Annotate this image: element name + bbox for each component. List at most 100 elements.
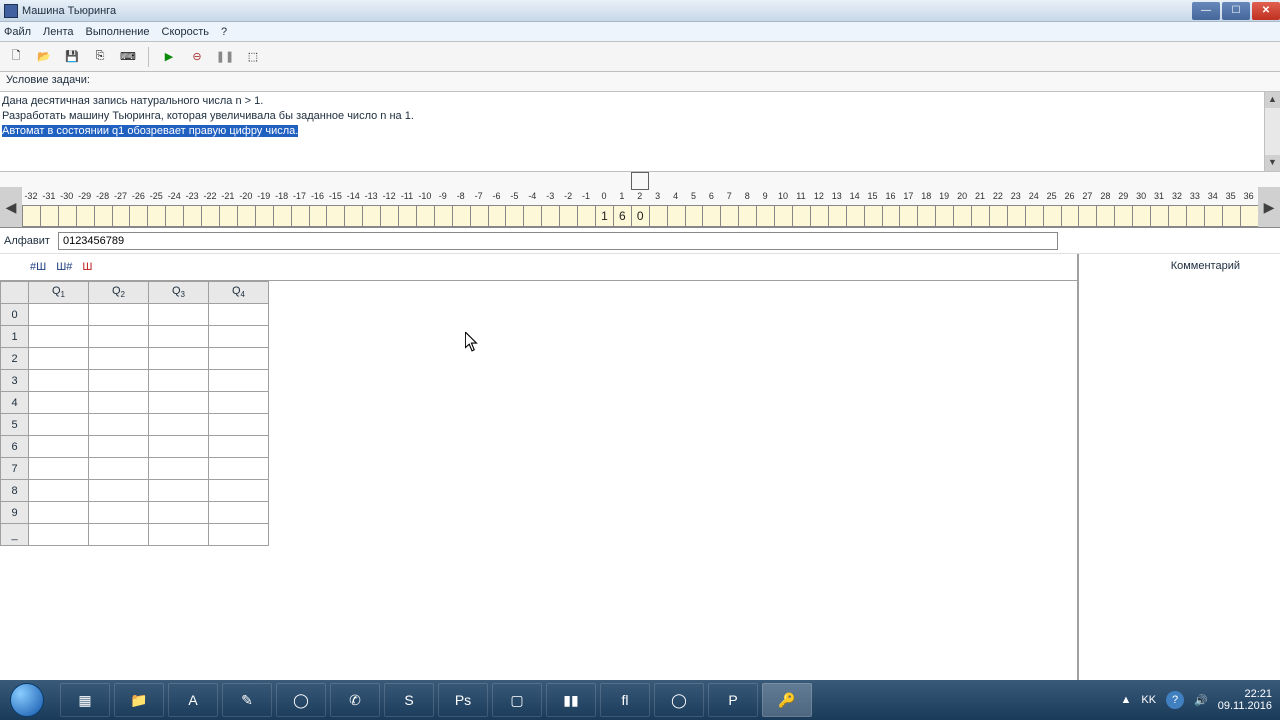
tray-lang[interactable]: KK (1141, 694, 1156, 706)
taskbar-app[interactable]: 📁 (114, 683, 164, 717)
tape-cell[interactable] (398, 205, 416, 227)
tape-cell[interactable] (523, 205, 541, 227)
state-cell[interactable] (209, 414, 269, 436)
tape-cell[interactable] (667, 205, 685, 227)
taskbar-app[interactable]: ▢ (492, 683, 542, 717)
menu-tape[interactable]: Лента (43, 26, 73, 38)
close-button[interactable]: ✕ (1252, 2, 1280, 20)
state-cell[interactable] (149, 480, 209, 502)
taskbar-app[interactable]: fl (600, 683, 650, 717)
tape-cell[interactable] (362, 205, 380, 227)
taskbar-app[interactable]: P (708, 683, 758, 717)
tool5-icon[interactable]: ⌨ (118, 47, 138, 67)
tape-cell[interactable] (434, 205, 452, 227)
tape-right-button[interactable]: ▶ (1258, 187, 1280, 227)
state-col-header[interactable]: Q1 (29, 282, 89, 304)
symbol-row-header[interactable]: 0 (1, 304, 29, 326)
state-table[interactable]: Q1Q2Q3Q40123456789_ (0, 281, 269, 546)
tape-cell[interactable] (165, 205, 183, 227)
state-cell[interactable] (29, 304, 89, 326)
tape-cell[interactable] (541, 205, 559, 227)
step-icon[interactable]: ⬚ (243, 47, 263, 67)
tape-cell[interactable] (1132, 205, 1150, 227)
tape-cell[interactable] (1114, 205, 1132, 227)
state-cell[interactable] (29, 414, 89, 436)
tape-cell[interactable] (971, 205, 989, 227)
tape-cell[interactable] (505, 205, 523, 227)
state-cell[interactable] (89, 436, 149, 458)
tape-cell[interactable] (76, 205, 94, 227)
state-cell[interactable] (209, 436, 269, 458)
tape-cell[interactable] (899, 205, 917, 227)
add-col-after-icon[interactable]: Ш# (56, 261, 72, 273)
taskbar-app[interactable]: ◯ (276, 683, 326, 717)
tape-cell[interactable] (882, 205, 900, 227)
state-cell[interactable] (89, 304, 149, 326)
maximize-button[interactable]: ☐ (1222, 2, 1250, 20)
tape-cell[interactable] (792, 205, 810, 227)
alphabet-input[interactable] (58, 232, 1058, 250)
state-cell[interactable] (29, 348, 89, 370)
tape-cell[interactable] (129, 205, 147, 227)
tape-cell[interactable] (452, 205, 470, 227)
tape-cell[interactable] (201, 205, 219, 227)
tape-cell[interactable] (810, 205, 828, 227)
taskbar-app[interactable]: ✎ (222, 683, 272, 717)
state-cell[interactable] (209, 370, 269, 392)
tape-cell[interactable] (559, 205, 577, 227)
state-cell[interactable] (29, 480, 89, 502)
tape-cell[interactable] (1168, 205, 1186, 227)
symbol-row-header[interactable]: 3 (1, 370, 29, 392)
tape-cell[interactable] (685, 205, 703, 227)
state-cell[interactable] (209, 524, 269, 546)
tape-cell[interactable] (864, 205, 882, 227)
menu-run[interactable]: Выполнение (86, 26, 150, 38)
state-cell[interactable] (89, 502, 149, 524)
menu-speed[interactable]: Скорость (162, 26, 210, 38)
state-cell[interactable] (29, 392, 89, 414)
play-icon[interactable]: ▶ (159, 47, 179, 67)
state-cell[interactable] (29, 370, 89, 392)
tape-cell[interactable] (22, 205, 40, 227)
state-cell[interactable] (149, 524, 209, 546)
state-cell[interactable] (89, 370, 149, 392)
tape-cell[interactable] (774, 205, 792, 227)
tape-cell[interactable] (291, 205, 309, 227)
tape-cell[interactable] (1078, 205, 1096, 227)
state-cell[interactable] (89, 480, 149, 502)
taskbar-app[interactable]: ◯ (654, 683, 704, 717)
symbol-row-header[interactable]: 8 (1, 480, 29, 502)
tape-cell[interactable] (219, 205, 237, 227)
menu-help[interactable]: ? (221, 26, 227, 38)
taskbar-app[interactable]: Ps (438, 683, 488, 717)
tape-cell[interactable] (344, 205, 362, 227)
taskbar-app[interactable]: 🔑 (762, 683, 812, 717)
tape-cell[interactable] (756, 205, 774, 227)
tape-cell[interactable] (846, 205, 864, 227)
tape-cell[interactable] (1204, 205, 1222, 227)
pause-icon[interactable]: ❚❚ (215, 47, 235, 67)
tape-cell[interactable] (649, 205, 667, 227)
tape-cell[interactable] (917, 205, 935, 227)
tape-cell[interactable] (1186, 205, 1204, 227)
scrollbar-v[interactable]: ▲▼ (1264, 92, 1280, 171)
state-cell[interactable] (149, 392, 209, 414)
tape-cell[interactable] (40, 205, 58, 227)
symbol-row-header[interactable]: 7 (1, 458, 29, 480)
tape-cell[interactable] (1150, 205, 1168, 227)
taskbar-app[interactable]: ▮▮ (546, 683, 596, 717)
tape-cell[interactable] (1096, 205, 1114, 227)
condition-text[interactable]: Дана десятичная запись натурального числ… (0, 92, 1280, 172)
state-cell[interactable] (209, 326, 269, 348)
tray-help-icon[interactable]: ? (1166, 691, 1184, 709)
minimize-button[interactable]: — (1192, 2, 1220, 20)
start-button[interactable] (0, 680, 54, 720)
tape-cell[interactable] (828, 205, 846, 227)
tape-cell[interactable] (1061, 205, 1079, 227)
tape-cell[interactable] (935, 205, 953, 227)
open-icon[interactable]: 📂 (34, 47, 54, 67)
tape-cell[interactable] (58, 205, 76, 227)
tape-left-button[interactable]: ◀ (0, 187, 22, 227)
tape-cell[interactable] (577, 205, 595, 227)
state-cell[interactable] (209, 392, 269, 414)
